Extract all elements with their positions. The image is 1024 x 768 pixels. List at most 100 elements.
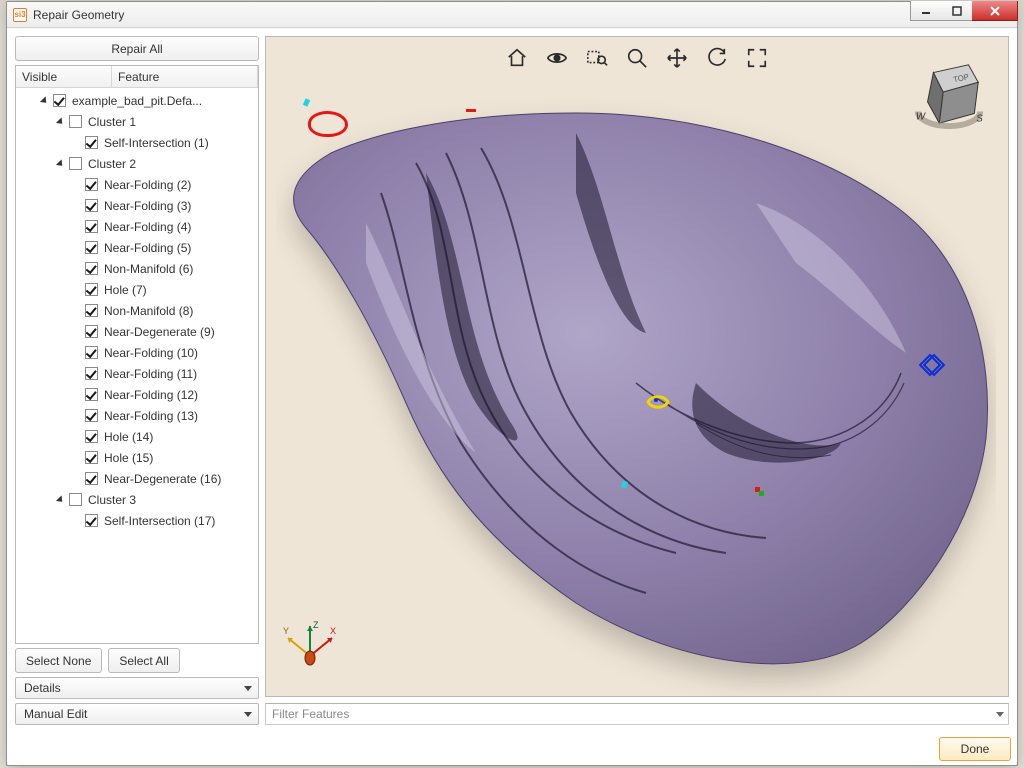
column-header-feature[interactable]: Feature — [112, 66, 258, 87]
orientation-cube[interactable]: TOP W S — [910, 55, 988, 145]
window-title: Repair Geometry — [33, 8, 124, 22]
expand-toggle-icon[interactable] — [40, 96, 49, 105]
axis-gizmo: X Y Z — [280, 616, 340, 676]
select-none-button[interactable]: Select None — [15, 648, 102, 673]
tree-item-label: Near-Folding (2) — [101, 178, 191, 192]
repair-all-button[interactable]: Repair All — [15, 36, 259, 61]
visibility-checkbox[interactable] — [85, 430, 98, 443]
tree-item[interactable]: Near-Folding (3) — [16, 195, 258, 216]
visibility-checkbox[interactable] — [85, 367, 98, 380]
tree-item[interactable]: Non-Manifold (8) — [16, 300, 258, 321]
visibility-checkbox[interactable] — [85, 472, 98, 485]
manual-edit-dropdown[interactable]: Manual Edit — [15, 703, 259, 725]
tree-item[interactable]: Hole (15) — [16, 447, 258, 468]
tree-cluster[interactable]: Cluster 2 — [16, 153, 258, 174]
details-dropdown[interactable]: Details — [15, 677, 259, 699]
tree-item[interactable]: Near-Degenerate (16) — [16, 468, 258, 489]
tree-item[interactable]: Near-Folding (11) — [16, 363, 258, 384]
tree-item[interactable]: Near-Folding (2) — [16, 174, 258, 195]
tree-item[interactable]: Self-Intersection (17) — [16, 510, 258, 531]
chevron-down-icon — [996, 712, 1004, 717]
visibility-checkbox[interactable] — [85, 199, 98, 212]
tree-item[interactable]: Near-Degenerate (9) — [16, 321, 258, 342]
svg-text:W: W — [916, 111, 926, 122]
pan-icon[interactable] — [666, 47, 688, 72]
visibility-checkbox[interactable] — [85, 409, 98, 422]
feature-tree: Visible Feature example_bad_pit.Defa... C… — [15, 65, 259, 644]
tree-item-label: Near-Degenerate (16) — [101, 472, 221, 486]
expand-toggle-icon[interactable] — [56, 495, 65, 504]
close-button[interactable] — [972, 1, 1018, 21]
visibility-checkbox[interactable] — [85, 178, 98, 191]
filter-features-input[interactable]: Filter Features — [265, 703, 1009, 725]
visibility-checkbox[interactable] — [69, 493, 82, 506]
chevron-down-icon — [244, 686, 252, 691]
feature-marker — [466, 109, 476, 112]
tree-item[interactable]: Near-Folding (13) — [16, 405, 258, 426]
column-header-visible[interactable]: Visible — [16, 66, 112, 87]
tree-item-label: Near-Folding (4) — [101, 220, 191, 234]
visibility-checkbox[interactable] — [85, 262, 98, 275]
tree-item-label: Self-Intersection (1) — [101, 136, 209, 150]
visibility-checkbox[interactable] — [85, 388, 98, 401]
fullscreen-icon[interactable] — [746, 47, 768, 72]
visibility-checkbox[interactable] — [85, 241, 98, 254]
tree-item-label: Cluster 1 — [85, 115, 136, 129]
feature-marker — [755, 487, 764, 496]
tree-item-label: Hole (7) — [101, 283, 147, 297]
visibility-checkbox[interactable] — [85, 346, 98, 359]
eye-icon[interactable] — [546, 47, 568, 72]
hole-marker — [308, 111, 348, 137]
tree-item[interactable]: Hole (14) — [16, 426, 258, 447]
rotate-icon[interactable] — [706, 47, 728, 72]
chevron-down-icon — [244, 712, 252, 717]
tree-item-label: Near-Folding (13) — [101, 409, 198, 423]
minimize-button[interactable] — [910, 1, 942, 21]
tree-item-label: example_bad_pit.Defa... — [69, 94, 202, 108]
visibility-checkbox[interactable] — [85, 514, 98, 527]
tree-item[interactable]: Near-Folding (12) — [16, 384, 258, 405]
tree-item-label: Near-Folding (3) — [101, 199, 191, 213]
visibility-checkbox[interactable] — [85, 136, 98, 149]
tree-cluster[interactable]: Cluster 3 — [16, 489, 258, 510]
visibility-checkbox[interactable] — [69, 157, 82, 170]
titlebar[interactable]: si3 Repair Geometry — [7, 2, 1017, 28]
tree-item-label: Non-Manifold (8) — [101, 304, 193, 318]
maximize-button[interactable] — [941, 1, 973, 21]
expand-toggle-icon[interactable] — [56, 159, 65, 168]
tree-item-label: Near-Folding (12) — [101, 388, 198, 402]
tree-item[interactable]: Self-Intersection (1) — [16, 132, 258, 153]
visibility-checkbox[interactable] — [85, 451, 98, 464]
expand-toggle-icon[interactable] — [56, 117, 65, 126]
viewport-3d[interactable]: TOP W S X Y Z — [265, 36, 1009, 697]
zoom-icon[interactable] — [626, 47, 648, 72]
visibility-checkbox[interactable] — [85, 325, 98, 338]
tree-item[interactable]: Near-Folding (5) — [16, 237, 258, 258]
tree-item[interactable]: Hole (7) — [16, 279, 258, 300]
tree-item[interactable]: Non-Manifold (6) — [16, 258, 258, 279]
visibility-checkbox[interactable] — [85, 283, 98, 296]
svg-text:Y: Y — [283, 626, 289, 636]
tree-item-label: Hole (14) — [101, 430, 153, 444]
tree-item-label: Cluster 2 — [85, 157, 136, 171]
tree-item-label: Hole (15) — [101, 451, 153, 465]
select-all-button[interactable]: Select All — [108, 648, 179, 673]
done-button[interactable]: Done — [939, 737, 1011, 761]
zoom-box-icon[interactable] — [586, 47, 608, 72]
tree-item-label: Near-Degenerate (9) — [101, 325, 215, 339]
tree-root[interactable]: example_bad_pit.Defa... — [16, 90, 258, 111]
visibility-checkbox[interactable] — [53, 94, 66, 107]
svg-text:Z: Z — [313, 620, 319, 630]
feature-marker — [922, 357, 938, 371]
tree-item[interactable]: Near-Folding (10) — [16, 342, 258, 363]
home-icon[interactable] — [506, 47, 528, 72]
tree-item-label: Self-Intersection (17) — [101, 514, 215, 528]
svg-text:X: X — [330, 626, 336, 636]
tree-item[interactable]: Near-Folding (4) — [16, 216, 258, 237]
visibility-checkbox[interactable] — [85, 220, 98, 233]
tree-item-label: Non-Manifold (6) — [101, 262, 193, 276]
visibility-checkbox[interactable] — [85, 304, 98, 317]
tree-cluster[interactable]: Cluster 1 — [16, 111, 258, 132]
visibility-checkbox[interactable] — [69, 115, 82, 128]
terrain-mesh — [276, 83, 996, 697]
